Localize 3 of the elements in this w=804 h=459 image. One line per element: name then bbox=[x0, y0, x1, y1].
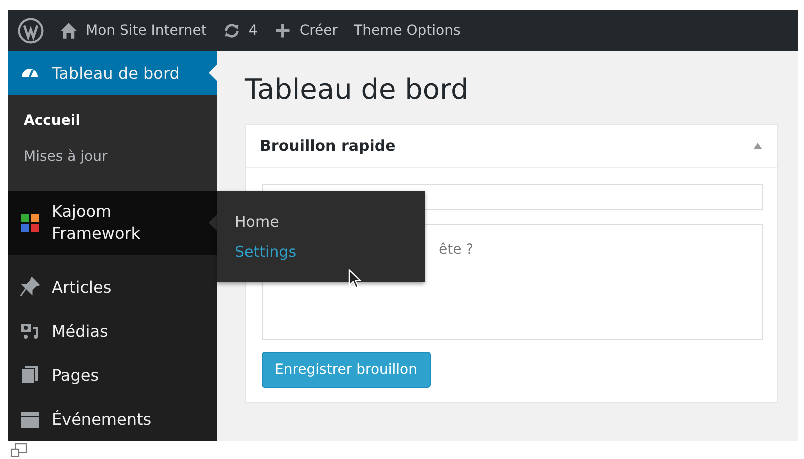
content-placeholder: ête ? bbox=[439, 242, 474, 258]
panel-title: Brouillon rapide bbox=[260, 137, 396, 155]
page-title: Tableau de bord bbox=[245, 73, 470, 106]
